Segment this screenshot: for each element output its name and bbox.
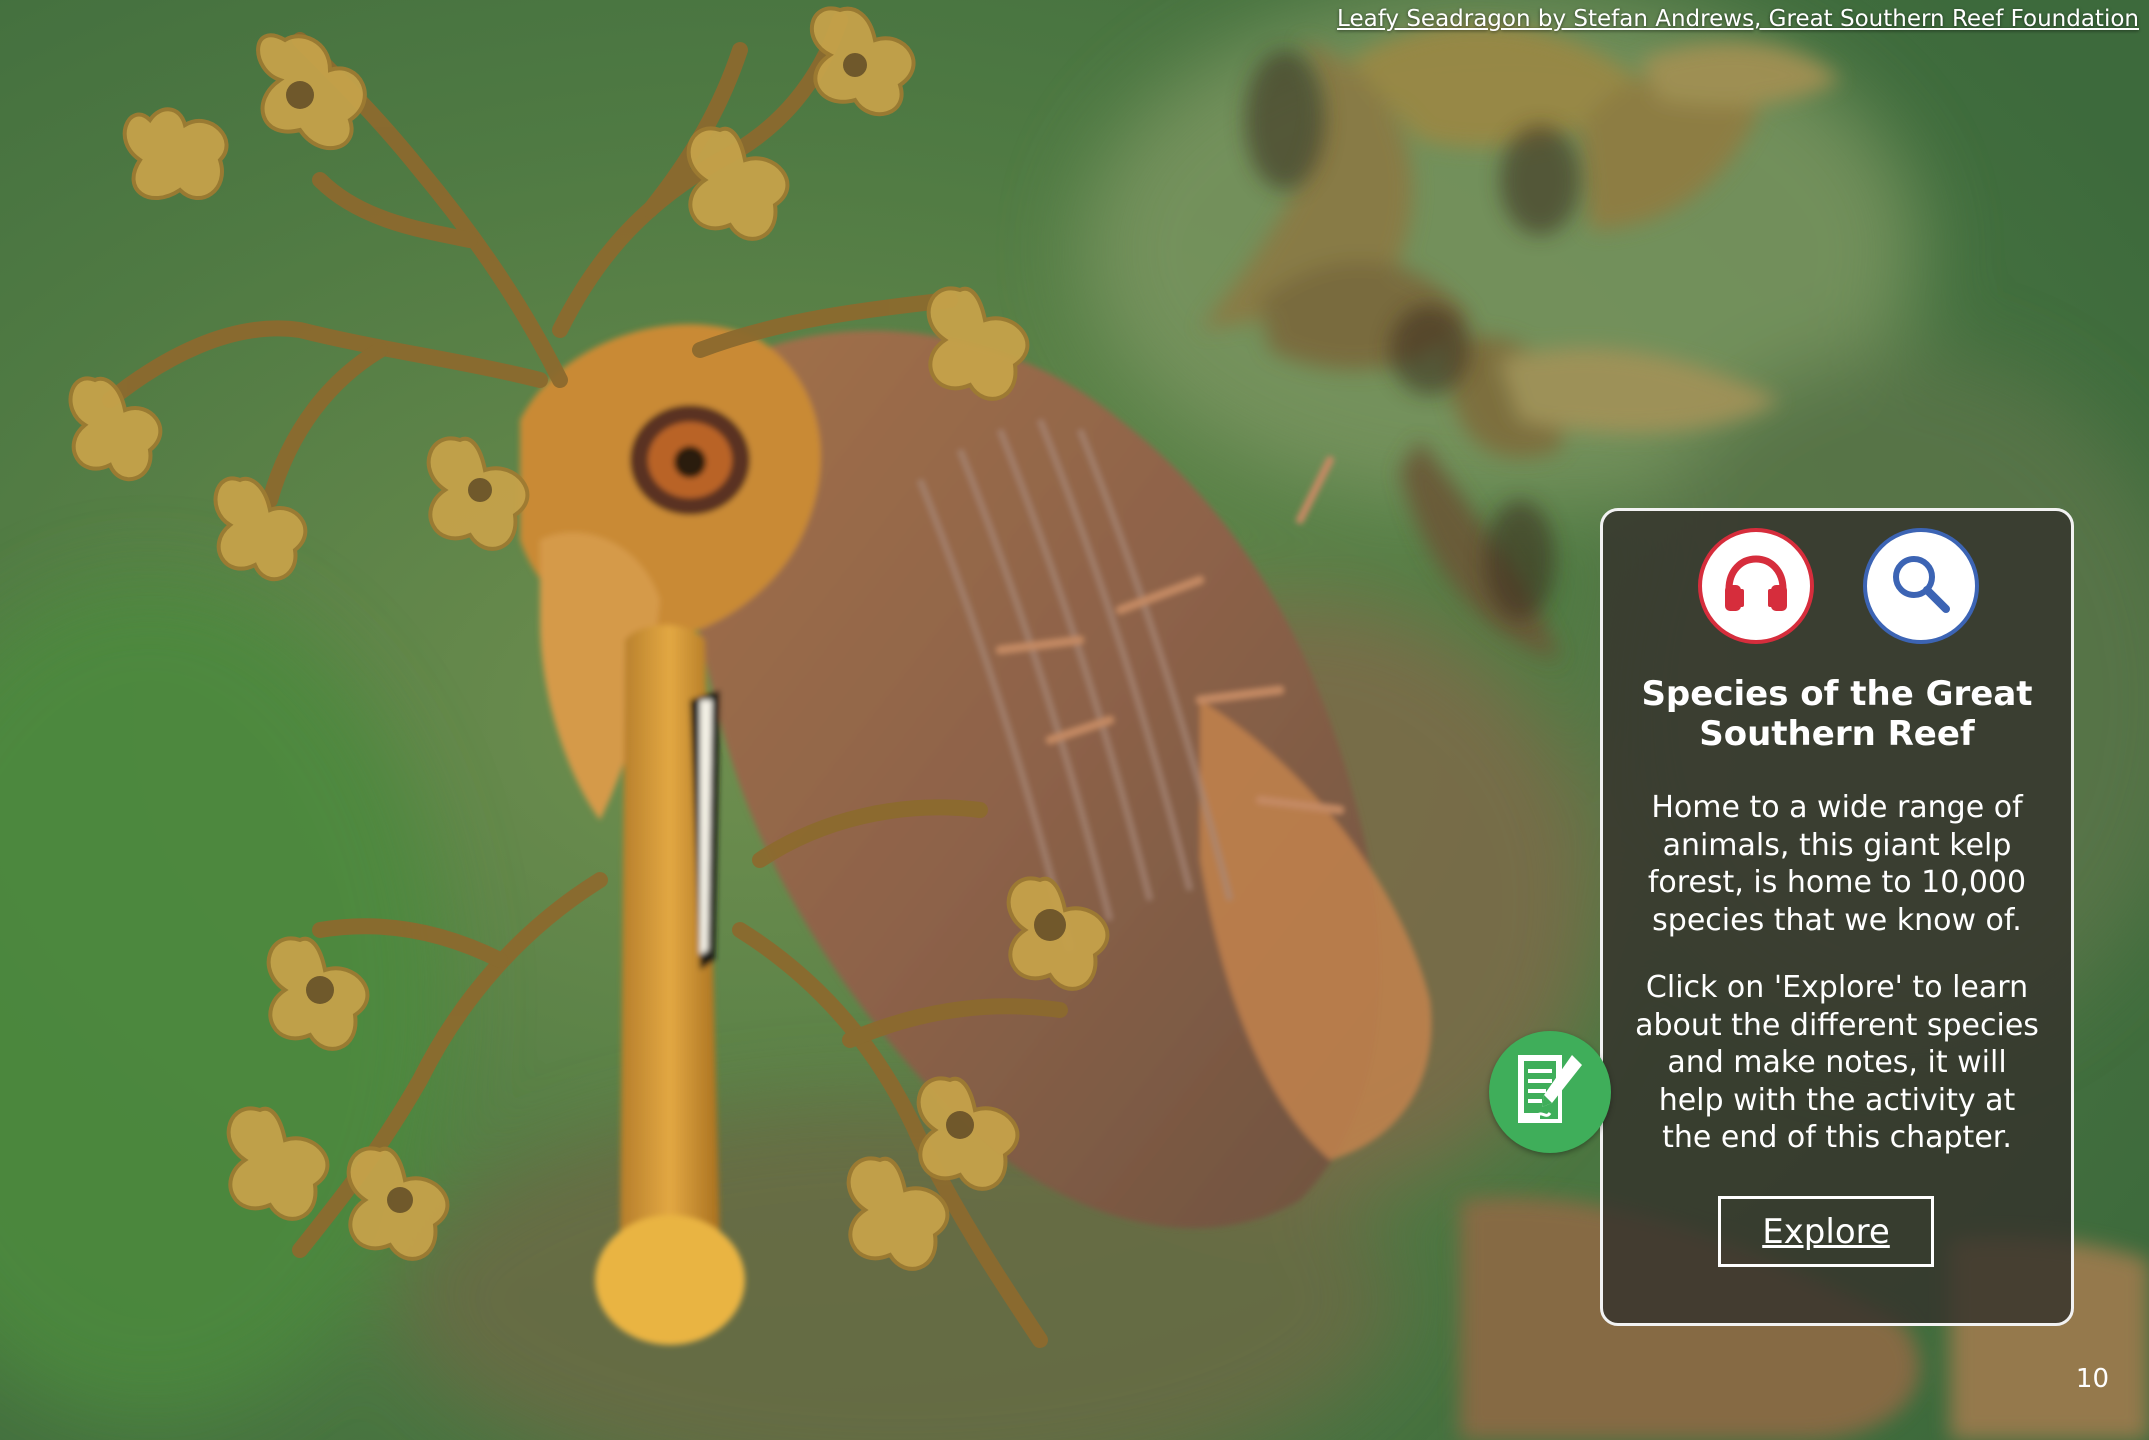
info-panel: Species of the Great Southern Reef Home … (1600, 508, 2074, 1326)
magnifier-icon (1888, 551, 1954, 622)
search-button[interactable] (1863, 528, 1979, 644)
photo-credit-link[interactable]: Leafy Seadragon by Stefan Andrews, Great… (1337, 6, 2139, 32)
notes-button[interactable] (1489, 1031, 1611, 1153)
panel-description: Home to a wide range of animals, this gi… (1647, 790, 2027, 938)
page-number: 10 (2075, 1364, 2109, 1394)
explore-button[interactable]: Explore (1718, 1196, 1934, 1267)
notes-pencil-icon (1510, 1049, 1590, 1136)
panel-instructions: Click on 'Explore' to learn about the di… (1635, 970, 2039, 1155)
headphones-icon (1721, 553, 1791, 620)
audio-button[interactable] (1698, 528, 1814, 644)
panel-title: Species of the Great Southern Reef (1641, 674, 2033, 754)
